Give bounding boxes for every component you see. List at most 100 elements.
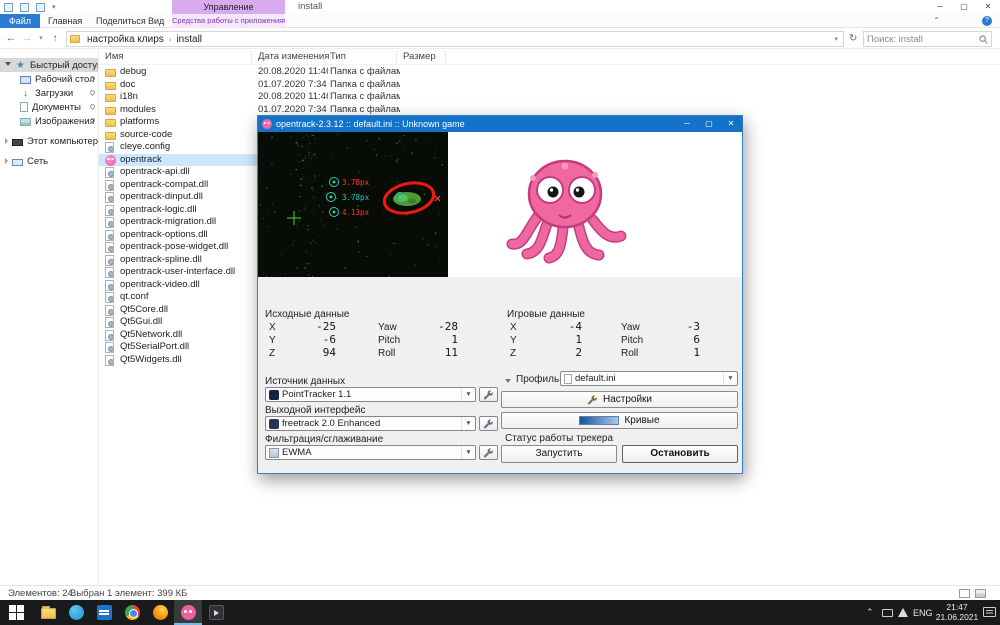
file-name: Qt5SerialPort.dll xyxy=(120,341,255,354)
taskbar-mail[interactable] xyxy=(90,600,118,625)
help-icon[interactable]: ? xyxy=(982,16,992,26)
filter-settings-button[interactable] xyxy=(479,445,498,460)
search-box[interactable] xyxy=(863,31,992,47)
table-row[interactable]: i18n 20.08.2020 11:46 Папка с файлами xyxy=(99,91,1000,104)
camera-view: 3.78px3.78px4.13px xyxy=(258,132,448,277)
opentrack-close-button[interactable]: ✕ xyxy=(720,116,742,132)
sidebar-item-label: Быстрый доступ xyxy=(30,60,98,71)
sidebar-item-computer[interactable]: Этот компьютер xyxy=(0,134,98,148)
taskbar-opentrack[interactable] xyxy=(174,600,202,625)
profile-menu-icon[interactable] xyxy=(505,379,511,383)
column-header-date[interactable]: Дата изменения xyxy=(258,49,329,65)
taskbar-file-explorer[interactable] xyxy=(34,600,62,625)
taskbar-media-app[interactable] xyxy=(202,600,230,625)
language-indicator[interactable]: ENG xyxy=(913,608,933,618)
opentrack-maximize-button[interactable]: ▢ xyxy=(698,116,720,132)
address-bar[interactable]: настройка клиps › install ▾ xyxy=(66,31,844,47)
file-name: platforms xyxy=(120,116,255,129)
column-header-name[interactable]: Имя xyxy=(105,49,124,65)
tab-home[interactable]: Главная xyxy=(48,14,82,28)
sidebar-item-downloads[interactable]: Загрузки xyxy=(0,86,98,100)
sidebar-item-pictures[interactable]: Изображения xyxy=(0,114,98,128)
wrench-icon xyxy=(587,394,598,405)
history-dropdown-icon[interactable]: ▾ xyxy=(34,28,48,49)
tab-app-tools[interactable]: Средства работы с приложениями xyxy=(172,14,285,28)
profile-label: Профиль xyxy=(516,374,559,385)
sidebar-item-desktop[interactable]: Рабочий стол xyxy=(0,72,98,86)
sidebar-item-quick-access[interactable]: Быстрый доступ xyxy=(0,58,98,72)
taskbar-firefox[interactable] xyxy=(146,600,174,625)
curves-button[interactable]: Кривые xyxy=(501,412,738,429)
tab-file[interactable]: Файл xyxy=(0,14,40,28)
keyboard-icon[interactable] xyxy=(882,609,893,617)
sidebar-item-documents[interactable]: Документы xyxy=(0,100,98,114)
sidebar-item-icon xyxy=(15,60,26,71)
opentrack-titlebar[interactable]: opentrack-2.3.12 :: default.ini :: Unkno… xyxy=(258,116,742,132)
start-button[interactable]: Запустить xyxy=(501,445,617,463)
chevron-down-icon: ▼ xyxy=(461,417,475,430)
start-button[interactable] xyxy=(9,605,24,620)
game-yaw-value: -3 xyxy=(650,320,700,333)
refresh-icon[interactable]: ↻ xyxy=(849,31,861,47)
file-name: opentrack xyxy=(120,154,255,167)
sidebar-list: Быстрый доступ Рабочий стол Загрузки Док… xyxy=(0,58,98,168)
file-name: i18n xyxy=(120,91,255,104)
filter-select[interactable]: EWMA ▼ xyxy=(265,445,476,460)
output-settings-button[interactable] xyxy=(479,416,498,431)
taskbar-messenger[interactable] xyxy=(62,600,90,625)
raw-x-value: -25 xyxy=(284,320,336,333)
file-icon xyxy=(105,305,114,316)
stop-button[interactable]: Остановить xyxy=(622,445,738,463)
minimize-button[interactable]: ─ xyxy=(928,0,952,14)
search-input[interactable] xyxy=(867,34,979,45)
ribbon-collapse-icon[interactable]: ⌃ xyxy=(933,16,940,25)
settings-button[interactable]: Настройки xyxy=(501,391,738,408)
curves-button-label: Кривые xyxy=(624,415,659,426)
maximize-button[interactable]: ▢ xyxy=(952,0,976,14)
tracker-source-select[interactable]: PointTracker 1.1 ▼ xyxy=(265,387,476,402)
table-row[interactable]: debug 20.08.2020 11:46 Папка с файлами xyxy=(99,66,1000,79)
output-interface-select[interactable]: freetrack 2.0 Enhanced ▼ xyxy=(265,416,476,431)
game-pitch-value: 6 xyxy=(650,333,700,346)
expander-icon[interactable] xyxy=(5,138,8,144)
action-center-icon[interactable] xyxy=(983,607,996,617)
raw-data-title: Исходные данные xyxy=(265,309,350,320)
thumbnails-view-icon[interactable] xyxy=(975,589,986,598)
column-header-size[interactable]: Размер xyxy=(403,49,436,65)
column-headers: Имя Дата изменения Тип Размер xyxy=(99,49,1000,65)
qat-dropdown-icon[interactable]: ▾ xyxy=(52,3,56,11)
table-row[interactable]: doc 01.07.2020 7:34 Папка с файлами xyxy=(99,79,1000,92)
tracker-settings-button[interactable] xyxy=(479,387,498,402)
column-header-type[interactable]: Тип xyxy=(330,49,346,65)
sidebar-item-icon xyxy=(20,118,31,126)
tray-expand-icon[interactable]: ⌃ xyxy=(866,607,874,618)
qat-button-2[interactable] xyxy=(36,3,45,12)
contextual-tab-header[interactable]: Управление xyxy=(172,0,285,14)
expander-icon[interactable] xyxy=(5,62,11,69)
raw-z-value: 94 xyxy=(284,346,336,359)
game-z-label: Z xyxy=(510,348,516,359)
forward-button[interactable]: → xyxy=(20,28,34,49)
svg-text:4.13px: 4.13px xyxy=(342,208,370,217)
network-icon[interactable] xyxy=(898,608,908,617)
details-view-icon[interactable] xyxy=(959,589,970,598)
close-button[interactable]: ✕ xyxy=(976,0,1000,14)
breadcrumb-current[interactable]: install xyxy=(173,34,205,45)
sidebar-item-network[interactable]: Сеть xyxy=(0,154,98,168)
profile-select[interactable]: default.ini ▼ xyxy=(560,371,738,386)
expander-icon[interactable] xyxy=(5,158,8,164)
chevron-down-icon: ▼ xyxy=(723,372,737,385)
tab-share[interactable]: Поделиться xyxy=(96,14,146,28)
opentrack-minimize-button[interactable]: ─ xyxy=(676,116,698,132)
taskbar: ⌃ ENG 21:47 21.06.2021 xyxy=(0,600,1000,625)
tab-view[interactable]: Вид xyxy=(148,14,164,28)
clock[interactable]: 21:47 21.06.2021 xyxy=(933,603,981,622)
up-button[interactable]: ↑ xyxy=(48,28,62,49)
tracker-status-label: Статус работы трекера xyxy=(505,433,613,444)
breadcrumb-parent[interactable]: настройка клиps xyxy=(84,34,167,45)
detected-blob xyxy=(393,192,421,206)
taskbar-chrome[interactable] xyxy=(118,600,146,625)
qat-button-1[interactable] xyxy=(20,3,29,12)
back-button[interactable]: ← xyxy=(4,28,18,49)
address-dropdown-icon[interactable]: ▾ xyxy=(834,35,840,43)
